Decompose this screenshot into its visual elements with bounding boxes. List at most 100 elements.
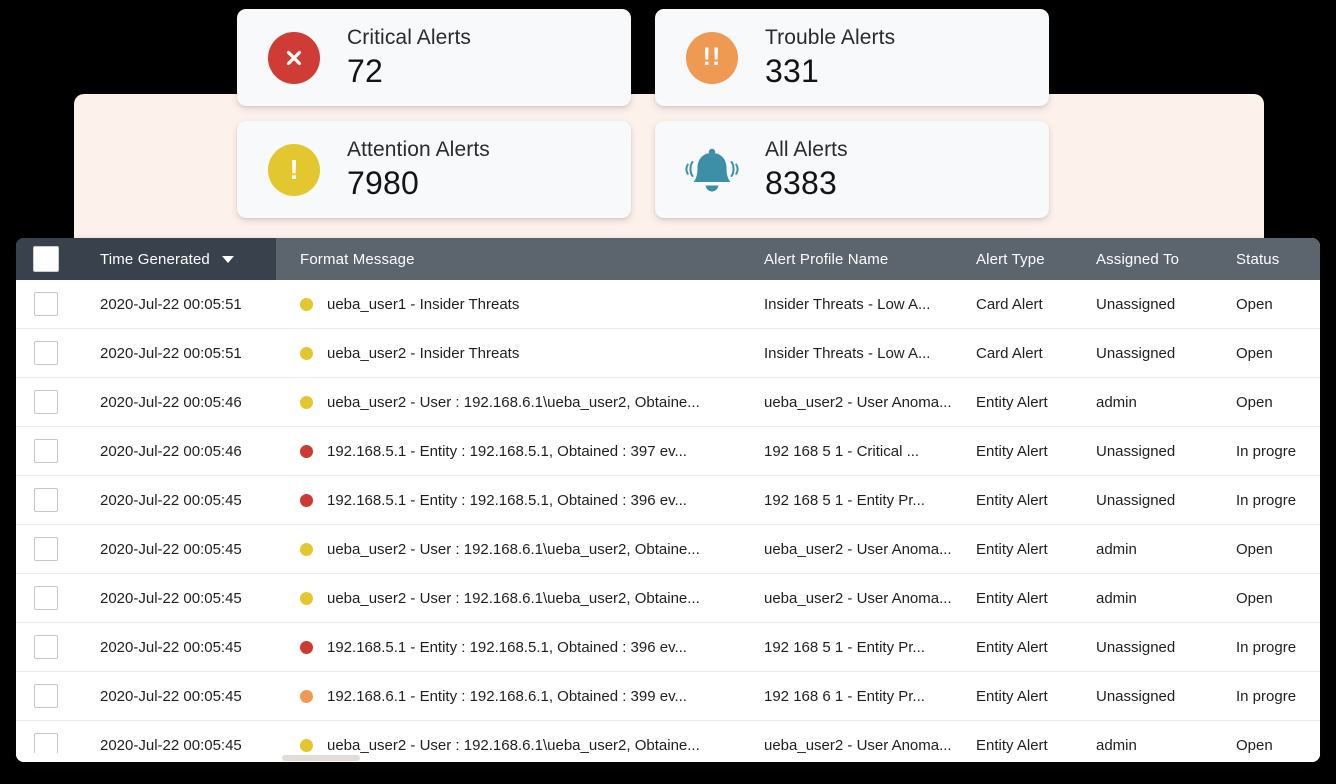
table-row[interactable]: 2020-Jul-22 00:05:51 ueba_user1 - Insider… [16, 280, 1320, 329]
cell-time-generated: 2020-Jul-22 00:05:46 [76, 427, 276, 475]
format-message-value: 192.168.6.1 - Entity : 192.168.6.1, Obta… [327, 687, 687, 705]
row-select-cell[interactable] [16, 672, 76, 720]
cell-alert-type: Entity Alert [976, 525, 1096, 573]
format-message-value: ueba_user2 - User : 192.168.6.1\ueba_use… [327, 540, 700, 558]
sort-descending-icon[interactable] [221, 255, 234, 263]
row-select-cell[interactable] [16, 280, 76, 328]
row-checkbox[interactable] [34, 586, 58, 610]
table-row[interactable]: 2020-Jul-22 00:05:45 192.168.5.1 - Entity… [16, 476, 1320, 525]
alert-profile-name-value: 192 168 5 1 - Entity Pr... [764, 491, 925, 509]
cell-time-generated: 2020-Jul-22 00:05:45 [76, 672, 276, 720]
kpi-card-trouble-alerts[interactable]: !! Trouble Alerts 331 [655, 9, 1049, 106]
cell-assigned-to: admin [1096, 525, 1236, 573]
severity-dot-high [300, 444, 313, 458]
row-select-cell[interactable] [16, 574, 76, 622]
row-select-cell[interactable] [16, 525, 76, 573]
cell-format-message: ueba_user2 - User : 192.168.6.1\ueba_use… [276, 574, 756, 622]
kpi-card-value: 331 [765, 53, 819, 89]
row-select-cell[interactable] [16, 623, 76, 671]
cell-status: Open [1236, 525, 1320, 573]
horizontal-scrollbar-thumb[interactable] [282, 755, 360, 761]
column-header-format-message[interactable]: Format Message [276, 238, 756, 280]
cell-assigned-to: Unassigned [1096, 672, 1236, 720]
status-value: Open [1236, 295, 1273, 313]
cell-time-generated: 2020-Jul-22 00:05:45 [76, 476, 276, 524]
alert-type-value: Card Alert [976, 344, 1043, 362]
row-checkbox[interactable] [34, 635, 58, 659]
cell-time-generated: 2020-Jul-22 00:05:51 [76, 329, 276, 377]
time-generated-value: 2020-Jul-22 00:05:45 [100, 589, 242, 607]
select-all-checkbox[interactable] [33, 246, 59, 272]
row-checkbox[interactable] [34, 341, 58, 365]
column-header-time-generated[interactable]: Time Generated [76, 238, 276, 280]
kpi-card-attention-alerts[interactable]: ! Attention Alerts 7980 [237, 121, 631, 218]
double-exclamation-circle-icon: !! [685, 31, 739, 85]
row-checkbox[interactable] [34, 439, 58, 463]
format-message-value: 192.168.5.1 - Entity : 192.168.5.1, Obta… [327, 442, 687, 460]
kpi-card-grid: Critical Alerts 72 !! Trouble Alerts 331… [237, 9, 1051, 218]
cell-alert-profile-name: ueba_user2 - User Anoma... [756, 378, 976, 426]
table-row[interactable]: 2020-Jul-22 00:05:45 ueba_user2 - User : … [16, 525, 1320, 574]
alert-profile-name-value: ueba_user2 - User Anoma... [764, 589, 952, 607]
alert-profile-name-value: Insider Threats - Low A... [764, 344, 931, 362]
status-value: Open [1236, 393, 1273, 411]
severity-dot-low [300, 591, 313, 605]
column-header-alert-profile-name[interactable]: Alert Profile Name [756, 238, 976, 280]
table-row[interactable]: 2020-Jul-22 00:05:51 ueba_user2 - Insider… [16, 329, 1320, 378]
kpi-card-critical-alerts[interactable]: Critical Alerts 72 [237, 9, 631, 106]
cell-format-message: ueba_user2 - User : 192.168.6.1\ueba_use… [276, 378, 756, 426]
cell-alert-profile-name: ueba_user2 - User Anoma... [756, 525, 976, 573]
format-message-value: ueba_user2 - User : 192.168.6.1\ueba_use… [327, 736, 700, 754]
status-value: In progre [1236, 687, 1297, 705]
table-row[interactable]: 2020-Jul-22 00:05:46 ueba_user2 - User : … [16, 378, 1320, 427]
horizontal-scrollbar[interactable] [16, 753, 1320, 762]
kpi-card-all-alerts[interactable]: All Alerts 8383 [655, 121, 1049, 218]
time-generated-value: 2020-Jul-22 00:05:45 [100, 687, 242, 705]
row-checkbox[interactable] [34, 488, 58, 512]
row-checkbox[interactable] [34, 390, 58, 414]
row-checkbox[interactable] [34, 537, 58, 561]
row-select-cell[interactable] [16, 427, 76, 475]
row-checkbox[interactable] [34, 292, 58, 316]
format-message-value: ueba_user2 - User : 192.168.6.1\ueba_use… [327, 393, 700, 411]
table-row[interactable]: 2020-Jul-22 00:05:45 192.168.6.1 - Entity… [16, 672, 1320, 721]
time-generated-value: 2020-Jul-22 00:05:46 [100, 442, 242, 460]
column-header-label: Alert Profile Name [764, 250, 889, 268]
table-row[interactable]: 2020-Jul-22 00:05:45 ueba_user2 - User : … [16, 574, 1320, 623]
row-select-cell[interactable] [16, 329, 76, 377]
assigned-to-value: admin [1096, 393, 1137, 411]
row-select-cell[interactable] [16, 476, 76, 524]
alert-type-value: Entity Alert [976, 589, 1048, 607]
table-body: 2020-Jul-22 00:05:51 ueba_user1 - Insider… [16, 280, 1320, 762]
cell-alert-profile-name: 192 168 5 1 - Entity Pr... [756, 623, 976, 671]
table-row[interactable]: 2020-Jul-22 00:05:46 192.168.5.1 - Entity… [16, 427, 1320, 476]
row-select-cell[interactable] [16, 378, 76, 426]
severity-dot-medium [300, 689, 313, 703]
alert-profile-name-value: ueba_user2 - User Anoma... [764, 736, 952, 754]
alert-profile-name-value: ueba_user2 - User Anoma... [764, 540, 952, 558]
table-row[interactable]: 2020-Jul-22 00:05:45 192.168.5.1 - Entity… [16, 623, 1320, 672]
status-value: In progre [1236, 638, 1297, 656]
alert-type-value: Entity Alert [976, 736, 1048, 754]
cell-format-message: ueba_user1 - Insider Threats [276, 280, 756, 328]
cell-status: Open [1236, 280, 1320, 328]
severity-dot-low [300, 395, 313, 409]
cell-status: Open [1236, 378, 1320, 426]
column-header-alert-type[interactable]: Alert Type [976, 238, 1096, 280]
alert-type-value: Entity Alert [976, 687, 1048, 705]
alert-profile-name-value: Insider Threats - Low A... [764, 295, 931, 313]
error-circle-icon [267, 31, 321, 85]
kpi-card-title: All Alerts [765, 138, 848, 161]
assigned-to-value: admin [1096, 736, 1137, 754]
time-generated-value: 2020-Jul-22 00:05:45 [100, 491, 242, 509]
column-header-assigned-to[interactable]: Assigned To [1096, 238, 1236, 280]
select-all-header-cell[interactable] [16, 238, 76, 280]
severity-dot-low [300, 542, 313, 556]
status-value: Open [1236, 589, 1273, 607]
column-header-status[interactable]: Status [1236, 238, 1320, 280]
status-value: Open [1236, 344, 1273, 362]
dashboard-root: Critical Alerts 72 !! Trouble Alerts 331… [0, 0, 1336, 784]
alert-type-value: Entity Alert [976, 393, 1048, 411]
row-checkbox[interactable] [34, 684, 58, 708]
severity-dot-low [300, 297, 313, 311]
